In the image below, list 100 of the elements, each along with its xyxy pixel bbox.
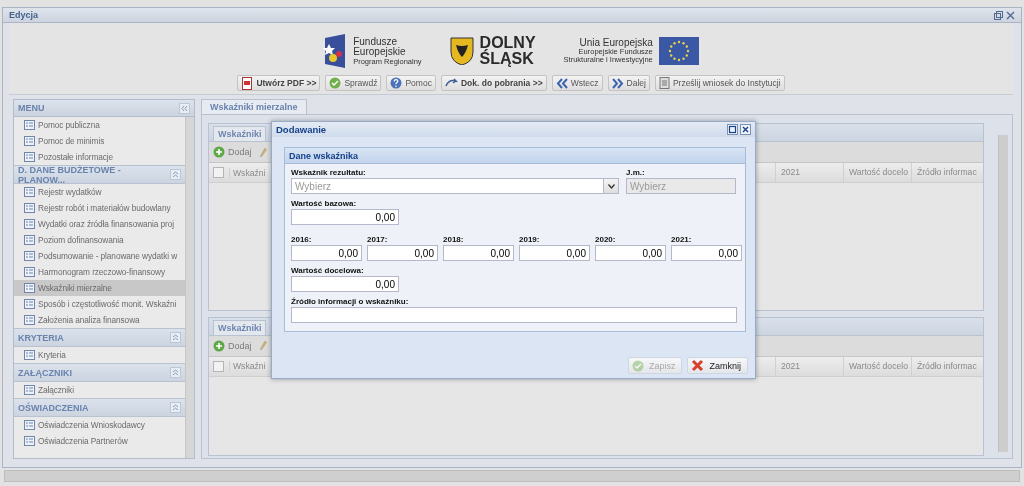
cross-icon bbox=[691, 359, 705, 372]
number-field[interactable]: 0,00 bbox=[671, 245, 742, 261]
section-header[interactable]: D. DANE BUDŻETOWE - PLANOW... bbox=[14, 165, 185, 184]
double-chevron-right-icon bbox=[611, 77, 624, 89]
pencil-icon[interactable] bbox=[259, 146, 267, 158]
column-header: Wartość docelo bbox=[843, 163, 911, 182]
list-icon bbox=[24, 120, 35, 130]
toolbar-button[interactable]: Wstecz bbox=[551, 75, 603, 91]
menu-item[interactable]: Wskaźniki mierzalne bbox=[14, 280, 185, 296]
column-header: Źródło informac bbox=[911, 356, 983, 376]
maximize-icon[interactable] bbox=[727, 124, 738, 135]
field-label: 2018: bbox=[443, 235, 465, 244]
collapse-up-icon[interactable] bbox=[170, 402, 181, 413]
panel-tab[interactable]: Wskaźniki bbox=[213, 319, 266, 335]
add-button[interactable]: Dodaj bbox=[213, 339, 252, 352]
add-button[interactable]: Dodaj bbox=[213, 146, 252, 158]
check-circle-icon bbox=[631, 359, 644, 372]
toolbar-button[interactable]: Sprawdź bbox=[325, 75, 382, 91]
list-icon bbox=[24, 436, 35, 446]
number-field[interactable]: 0,00 bbox=[595, 245, 666, 261]
curved-arrow-icon bbox=[444, 77, 458, 89]
menu-item[interactable]: Harmonogram rzeczowo-finansowy bbox=[14, 264, 185, 280]
section-title: D. DANE BUDŻETOWE - PLANOW... bbox=[18, 164, 122, 185]
close-icon[interactable] bbox=[1006, 10, 1015, 20]
list-icon bbox=[24, 315, 35, 325]
dialog-button[interactable]: Zamknij bbox=[687, 357, 748, 374]
field-label: 2020: bbox=[595, 235, 617, 244]
list-icon bbox=[24, 385, 35, 395]
pencil-icon[interactable] bbox=[259, 340, 267, 352]
menu-item[interactable]: Pomoc publiczna bbox=[14, 117, 185, 133]
restore-icon[interactable] bbox=[994, 10, 1003, 20]
scrollbar[interactable] bbox=[998, 135, 1008, 452]
dropdown-button[interactable] bbox=[604, 178, 619, 194]
number-field[interactable]: 0,00 bbox=[291, 209, 399, 225]
menu-item[interactable]: Sposób i częstotliwość monit. Wskaźni bbox=[14, 296, 185, 312]
field-label: 2017: bbox=[367, 235, 389, 244]
section-header[interactable]: KRYTERIA bbox=[14, 328, 185, 347]
toolbar-button[interactable]: Pomoc bbox=[386, 75, 436, 91]
number-field[interactable]: 0,00 bbox=[443, 245, 514, 261]
plus-circle-icon bbox=[213, 146, 225, 158]
section-title: ZAŁĄCZNIKI bbox=[18, 367, 72, 378]
toolbar-button[interactable]: Dalej bbox=[607, 75, 650, 91]
menu-item[interactable]: Pozostałe informacje bbox=[14, 149, 185, 165]
close-icon[interactable] bbox=[740, 124, 751, 135]
menu-item[interactable]: Rejestr robót i materiałów budowlany bbox=[14, 200, 185, 216]
number-field[interactable]: 0,00 bbox=[291, 276, 399, 292]
field-label: J.m.: bbox=[626, 168, 646, 177]
field-label: 2016: bbox=[291, 235, 313, 244]
column-header: 2021 bbox=[775, 356, 843, 376]
section-header[interactable]: ZAŁĄCZNIKI bbox=[14, 363, 185, 382]
checkbox[interactable] bbox=[213, 167, 224, 178]
menu-item[interactable]: Założenia analiza finansowa bbox=[14, 312, 185, 328]
menu-item[interactable]: Załączniki bbox=[14, 382, 185, 398]
menu-item[interactable]: Rejestr wydatków bbox=[14, 184, 185, 200]
field-label: Wartość bazowa: bbox=[291, 199, 358, 208]
collapse-up-icon[interactable] bbox=[170, 367, 181, 378]
section-title: OŚWIADCZENIA bbox=[18, 402, 89, 413]
list-icon bbox=[24, 350, 35, 360]
list-icon bbox=[24, 299, 35, 309]
menu-item[interactable]: Oświadczenia Partnerów bbox=[14, 433, 185, 449]
dropdown-field[interactable]: Wybierz bbox=[291, 178, 604, 194]
text-field[interactable] bbox=[291, 307, 737, 323]
list-icon bbox=[24, 152, 35, 162]
menu-item[interactable]: Wydatki oraz źródła finansowania proj bbox=[14, 216, 185, 232]
number-field[interactable]: 0,00 bbox=[291, 245, 362, 261]
list-icon bbox=[24, 283, 35, 293]
toolbar-button[interactable]: Utwórz PDF >> bbox=[237, 75, 321, 91]
number-field[interactable]: 0,00 bbox=[519, 245, 590, 261]
section-header[interactable]: OŚWIADCZENIA bbox=[14, 398, 185, 417]
list-icon bbox=[24, 267, 35, 277]
logo-text: Fundusze bbox=[353, 36, 399, 47]
question-icon bbox=[390, 77, 403, 89]
number-field[interactable]: 0,00 bbox=[367, 245, 438, 261]
scrollbar[interactable] bbox=[185, 117, 194, 458]
field-label: 2019: bbox=[519, 235, 541, 244]
menu-item[interactable]: Kryteria bbox=[14, 347, 185, 363]
collapse-icon[interactable] bbox=[179, 102, 190, 114]
double-chevron-left-icon bbox=[555, 77, 568, 89]
menu-item[interactable]: Podsumowanie - planowane wydatki w bbox=[14, 248, 185, 264]
logo-text: Unia Europejska bbox=[579, 37, 653, 49]
panel-tab[interactable]: Wskaźniki bbox=[213, 126, 266, 141]
column-header: Wartość docelo bbox=[843, 356, 911, 376]
window-title: Edycja bbox=[9, 10, 39, 20]
fieldset-title: Dane wskaźnika bbox=[285, 148, 745, 164]
column-header: Wskaźni bbox=[229, 361, 266, 372]
list-icon bbox=[24, 235, 35, 245]
menu-item[interactable]: Poziom dofinansowania bbox=[14, 232, 185, 248]
toolbar-button[interactable]: Prześlij wniosek do Instytucji bbox=[654, 75, 785, 91]
checkbox[interactable] bbox=[213, 360, 224, 372]
collapse-up-icon[interactable] bbox=[170, 332, 181, 343]
toolbar-button[interactable]: Dok. do pobrania >> bbox=[440, 75, 547, 91]
list-icon bbox=[24, 187, 35, 197]
menu-item[interactable]: Oświadczenia Wnioskodawcy bbox=[14, 417, 185, 433]
collapse-up-icon[interactable] bbox=[170, 169, 181, 180]
logo-text: DOLNY bbox=[479, 35, 536, 51]
list-icon bbox=[24, 136, 35, 146]
menu-item[interactable]: Pomoc de minimis bbox=[14, 133, 185, 149]
tab[interactable]: Wskaźniki mierzalne bbox=[201, 99, 307, 114]
chevron-down-icon bbox=[607, 183, 615, 189]
scrollbar[interactable] bbox=[4, 470, 1020, 482]
